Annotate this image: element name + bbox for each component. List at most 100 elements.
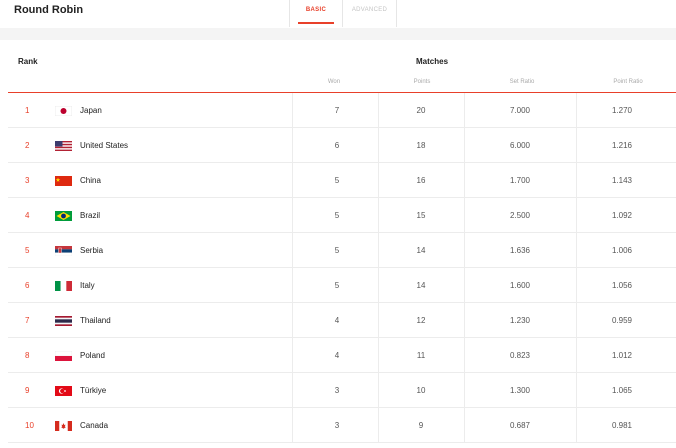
country-name[interactable]: Serbia <box>80 233 103 268</box>
table-row[interactable]: 2 United States 6 18 6.000 1.216 <box>8 128 676 163</box>
point-ratio-cell: 1.012 <box>611 351 633 360</box>
won-cell: 5 <box>334 176 340 185</box>
turkiye-flag-icon <box>55 386 72 396</box>
point-ratio-cell: 0.959 <box>611 316 633 325</box>
column-divider <box>292 268 293 303</box>
points-cell: 20 <box>416 106 426 115</box>
set-ratio-cell: 6.000 <box>509 141 531 150</box>
rank-cell: 3 <box>25 176 30 185</box>
rank-cell: 2 <box>25 141 30 150</box>
country-name[interactable]: Türkiye <box>80 373 106 408</box>
column-divider <box>292 198 293 233</box>
column-divider <box>292 93 293 128</box>
country-name[interactable]: United States <box>80 128 128 163</box>
won-cell: 4 <box>334 316 340 325</box>
set-ratio-cell: 7.000 <box>509 106 531 115</box>
set-ratio-cell: 1.300 <box>509 386 531 395</box>
page-title: Round Robin <box>14 4 84 16</box>
column-divider <box>292 233 293 268</box>
brazil-flag-icon <box>55 211 72 221</box>
table-row[interactable]: 6 Italy 5 14 1.600 1.056 <box>8 268 676 303</box>
point-ratio-column-header: Point Ratio <box>613 79 643 85</box>
united-states-flag-icon <box>55 141 72 151</box>
won-cell: 4 <box>334 351 340 360</box>
won-cell: 7 <box>334 106 340 115</box>
points-cell: 18 <box>416 141 426 150</box>
set-ratio-cell: 1.230 <box>509 316 531 325</box>
poland-flag-icon <box>54 350 73 361</box>
rank-cell: 5 <box>25 246 30 255</box>
table-row[interactable]: 3 China 5 16 1.700 1.143 <box>8 163 676 198</box>
country-name[interactable]: Japan <box>80 93 102 128</box>
active-tab-indicator <box>298 22 334 24</box>
table-row[interactable]: 1 Japan 7 20 7.000 1.270 <box>8 93 676 128</box>
table-row[interactable]: 4 Brazil 5 15 2.500 1.092 <box>8 198 676 233</box>
set-ratio-cell: 2.500 <box>509 211 531 220</box>
country-name[interactable]: Canada <box>80 408 108 443</box>
column-divider <box>292 408 293 443</box>
point-ratio-cell: 1.056 <box>611 281 633 290</box>
won-cell: 3 <box>334 421 340 430</box>
country-name[interactable]: Brazil <box>80 198 100 233</box>
set-ratio-column-header: Set Ratio <box>509 79 535 85</box>
rank-cell: 4 <box>25 211 30 220</box>
points-cell: 9 <box>418 421 424 430</box>
won-cell: 3 <box>334 386 340 395</box>
rank-column-header: Rank <box>18 57 38 66</box>
tab-basic[interactable]: BASIC <box>289 0 343 27</box>
japan-flag-icon <box>54 105 73 117</box>
country-name[interactable]: China <box>80 163 101 198</box>
country-name[interactable]: Italy <box>80 268 95 303</box>
points-cell: 11 <box>416 351 426 360</box>
column-divider <box>292 338 293 373</box>
canada-flag-icon <box>55 421 72 431</box>
won-cell: 6 <box>334 141 340 150</box>
points-cell: 15 <box>416 211 426 220</box>
rank-cell: 10 <box>25 421 34 430</box>
set-ratio-cell: 0.687 <box>509 421 531 430</box>
point-ratio-cell: 0.981 <box>611 421 633 430</box>
column-divider <box>292 373 293 408</box>
point-ratio-cell: 1.065 <box>611 386 633 395</box>
tab-bar: BASIC ADVANCED <box>289 0 397 27</box>
point-ratio-cell: 1.216 <box>611 141 633 150</box>
china-flag-icon <box>55 176 72 186</box>
rank-cell: 1 <box>25 106 30 115</box>
points-cell: 10 <box>416 386 426 395</box>
section-divider <box>0 28 676 40</box>
point-ratio-cell: 1.270 <box>611 106 633 115</box>
won-column-header: Won <box>327 79 341 85</box>
rank-cell: 6 <box>25 281 30 290</box>
rank-cell: 9 <box>25 386 30 395</box>
thailand-flag-icon <box>55 316 72 326</box>
won-cell: 5 <box>334 281 340 290</box>
serbia-flag-icon <box>54 246 73 257</box>
points-cell: 12 <box>416 316 426 325</box>
table-row[interactable]: 8 Poland 4 11 0.823 1.012 <box>8 338 676 373</box>
set-ratio-cell: 0.823 <box>509 351 531 360</box>
country-name[interactable]: Poland <box>80 338 105 373</box>
column-divider <box>292 163 293 198</box>
won-cell: 5 <box>334 211 340 220</box>
column-divider <box>292 303 293 338</box>
tab-advanced-label: ADVANCED <box>351 7 388 13</box>
table-row[interactable]: 7 Thailand 4 12 1.230 0.959 <box>8 303 676 338</box>
table-row[interactable]: 9 Türkiye 3 10 1.300 1.065 <box>8 373 676 408</box>
table-row[interactable]: 10 Canada 3 9 0.687 0.981 <box>8 408 676 443</box>
set-ratio-cell: 1.700 <box>509 176 531 185</box>
table-row[interactable]: 5 Serbia 5 14 1.636 1.006 <box>8 233 676 268</box>
points-cell: 16 <box>416 176 426 185</box>
italy-flag-icon <box>55 281 72 291</box>
points-column-header: Points <box>413 79 431 85</box>
country-name[interactable]: Thailand <box>80 303 111 338</box>
points-cell: 14 <box>416 246 426 255</box>
column-divider <box>292 128 293 163</box>
point-ratio-cell: 1.092 <box>611 211 633 220</box>
point-ratio-cell: 1.006 <box>611 246 633 255</box>
matches-group-header: Matches <box>416 57 449 66</box>
tab-basic-label: BASIC <box>305 7 327 13</box>
tab-advanced[interactable]: ADVANCED <box>343 0 397 27</box>
rank-cell: 8 <box>25 351 30 360</box>
point-ratio-cell: 1.143 <box>611 176 633 185</box>
won-cell: 5 <box>334 246 340 255</box>
